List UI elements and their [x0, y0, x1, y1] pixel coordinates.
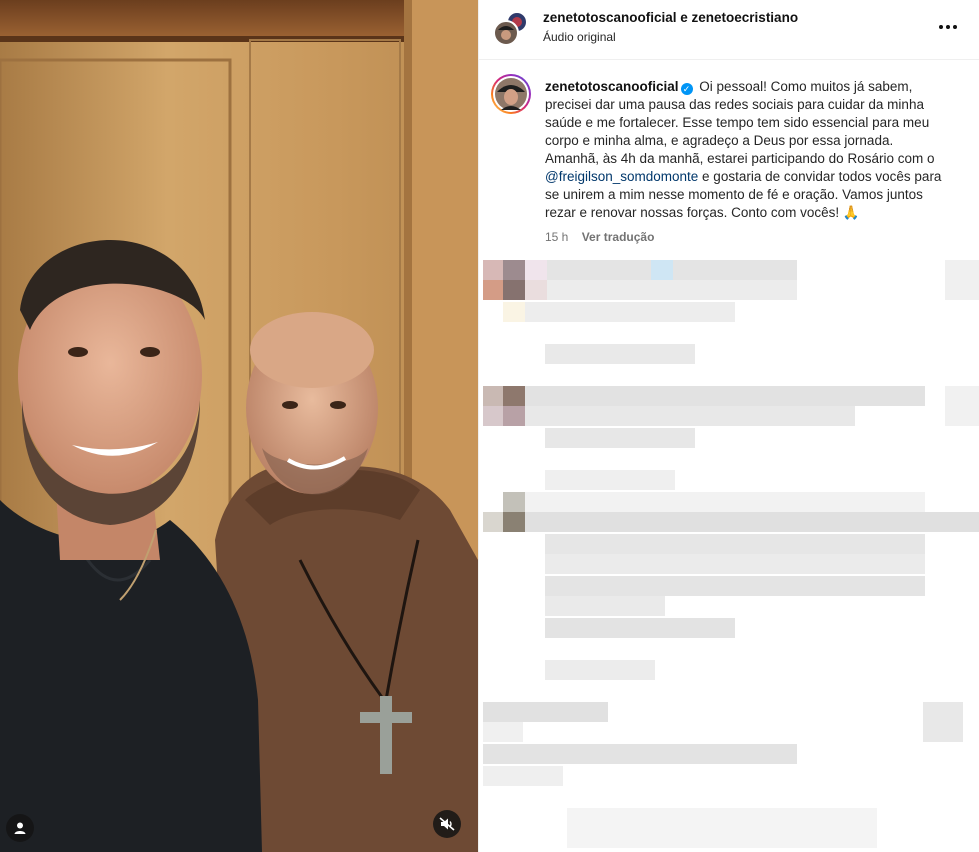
- see-translation-link[interactable]: Ver tradução: [582, 230, 655, 244]
- post-time[interactable]: 15 h: [545, 230, 568, 244]
- caption-mention[interactable]: @freigilson_somdomonte: [545, 169, 698, 184]
- mute-toggle-button[interactable]: [433, 810, 461, 838]
- author-avatar[interactable]: [491, 74, 531, 114]
- audio-label[interactable]: Áudio original: [543, 30, 616, 44]
- author-avatar-image: [495, 78, 527, 110]
- user-tag-icon: [14, 822, 26, 834]
- collab-usernames[interactable]: zenetotoscanooficial e zenetoecristiano: [543, 10, 798, 25]
- comments-pixelated: [479, 256, 979, 852]
- muted-audio-icon: [439, 817, 455, 831]
- caption-text: zenetotoscanooficial ✓ Oi pessoal! Como m…: [545, 78, 950, 222]
- post-details-panel: zenetotoscanooficial e zenetoecristiano …: [478, 0, 979, 852]
- post-header: zenetotoscanooficial e zenetoecristiano …: [479, 0, 979, 60]
- collab-avatars[interactable]: [493, 10, 529, 46]
- more-options-icon[interactable]: [936, 19, 960, 35]
- caption-meta: 15 h Ver tradução: [545, 230, 654, 244]
- reel-video[interactable]: [0, 0, 478, 852]
- video-frame: [0, 0, 478, 852]
- verified-badge-icon: ✓: [680, 83, 693, 95]
- caption-username[interactable]: zenetotoscanooficial: [545, 79, 679, 94]
- user-tag-button[interactable]: [6, 814, 34, 842]
